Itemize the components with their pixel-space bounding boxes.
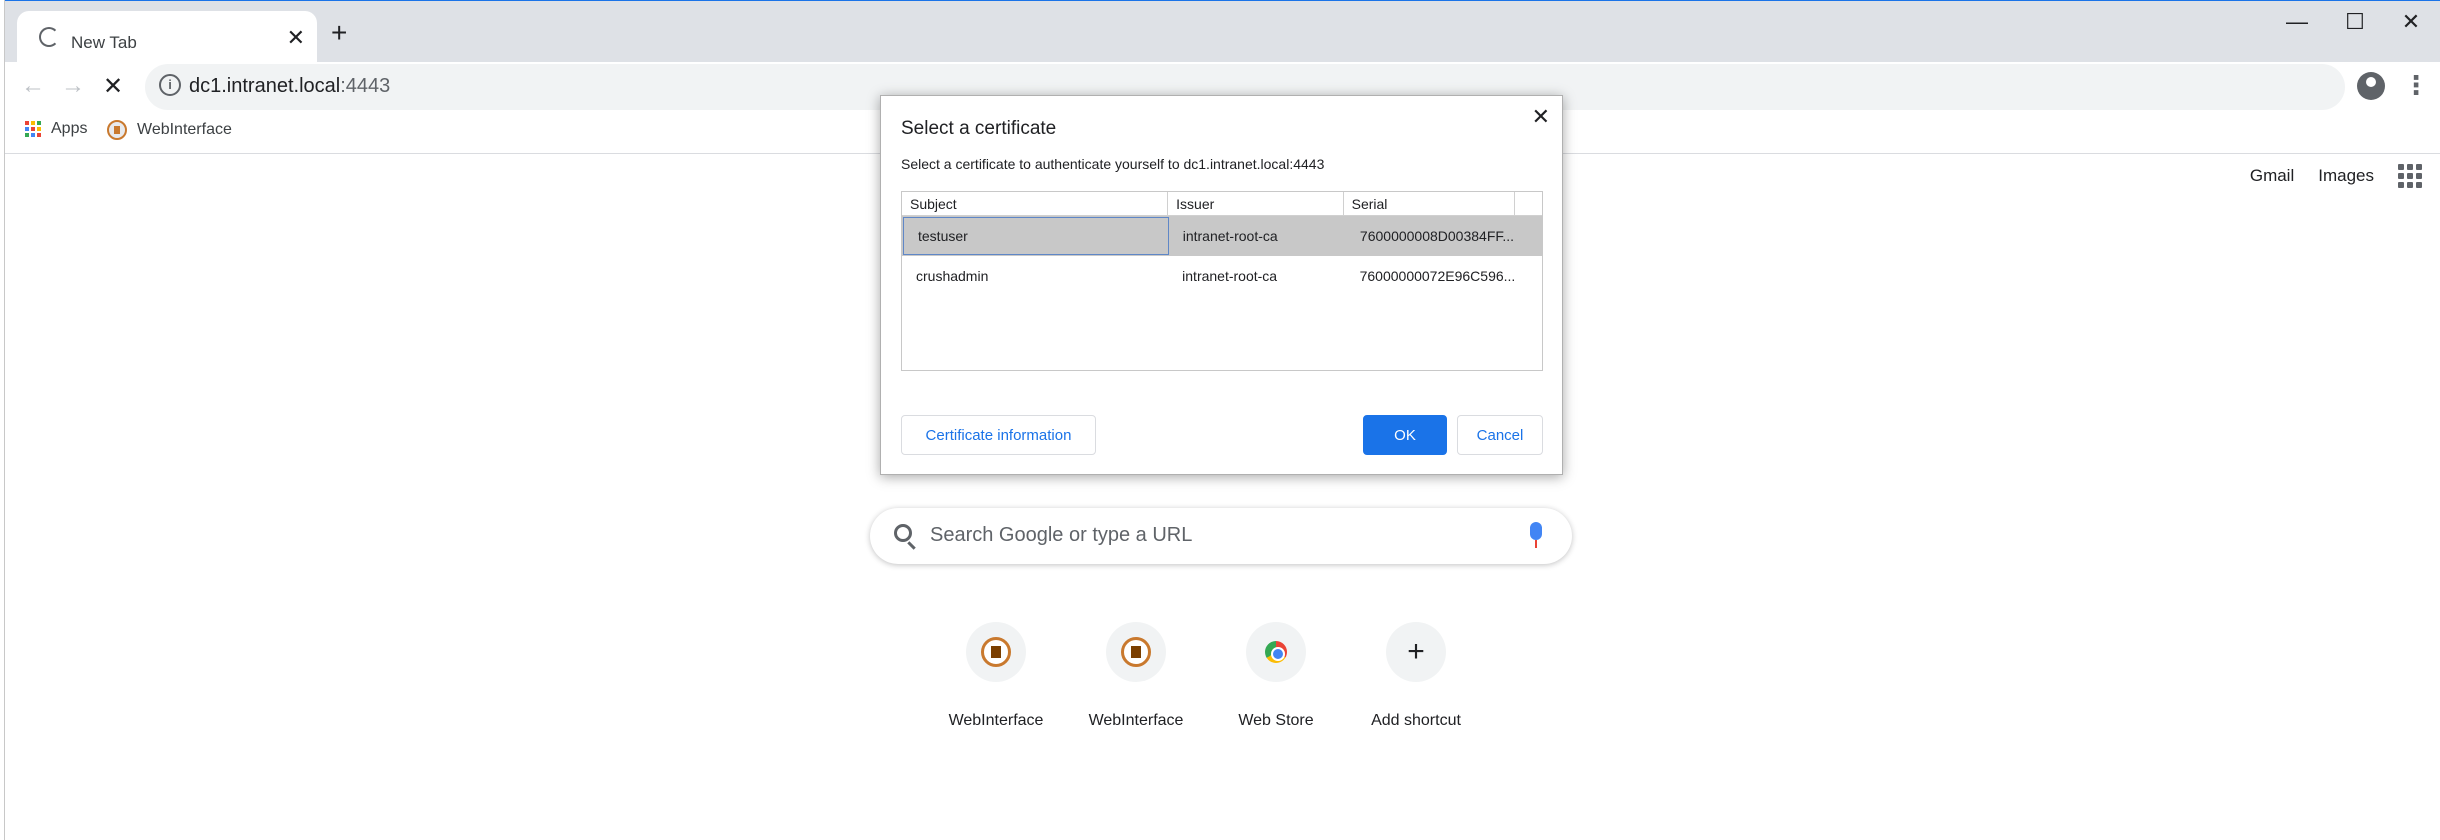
url-host: dc1.intranet.local: [189, 75, 341, 97]
table-header: Subject Issuer Serial: [902, 192, 1542, 216]
shortcut-tile: [966, 622, 1026, 682]
cancel-button[interactable]: Cancel: [1457, 415, 1543, 455]
site-info-icon[interactable]: i: [159, 74, 181, 96]
column-header-issuer[interactable]: Issuer: [1168, 192, 1344, 215]
ok-button[interactable]: OK: [1363, 415, 1447, 455]
cell-subject: crushadmin: [916, 268, 989, 284]
shortcut-tile: [1246, 622, 1306, 682]
shortcut-tile: +: [1386, 622, 1446, 682]
cell-serial: 76000000072E96C596...: [1359, 268, 1516, 284]
search-input[interactable]: [930, 524, 1490, 547]
shortcuts-grid: WebInterface WebInterface Web Store + Ad…: [940, 622, 1472, 730]
shortcut-web-store[interactable]: Web Store: [1220, 622, 1332, 730]
forward-button[interactable]: →: [61, 72, 85, 100]
shortcut-webinterface-2[interactable]: WebInterface: [1080, 622, 1192, 730]
url-port: :4443: [340, 75, 391, 97]
column-header-serial[interactable]: Serial: [1344, 192, 1516, 215]
cell-subject: testuser: [903, 217, 1169, 255]
webinterface-icon: [107, 120, 127, 140]
maximize-button[interactable]: ☐: [2335, 9, 2375, 35]
certificate-information-button[interactable]: Certificate information: [901, 415, 1096, 455]
dialog-title: Select a certificate: [901, 118, 1057, 139]
plus-icon: +: [1407, 635, 1425, 668]
chrome-webstore-icon: [1265, 641, 1287, 663]
column-header-subject[interactable]: Subject: [902, 192, 1169, 215]
bookmark-label: WebInterface: [137, 121, 232, 138]
shortcut-label: Add shortcut: [1371, 712, 1461, 729]
search-icon: [894, 524, 912, 542]
google-apps-icon[interactable]: [2398, 164, 2422, 188]
table-row[interactable]: testuser intranet-root-ca 7600000008D003…: [902, 216, 1542, 256]
select-certificate-dialog: ✕ Select a certificate Select a certific…: [880, 95, 1563, 475]
dialog-description: Select a certificate to authenticate you…: [901, 156, 1325, 172]
cell-issuer: intranet-root-ca: [1182, 268, 1278, 284]
cell-serial: 7600000008D00384FF...: [1359, 228, 1515, 244]
cell-issuer: intranet-root-ca: [1182, 228, 1278, 244]
new-tab-button[interactable]: +: [331, 19, 347, 47]
column-header-filler: [1515, 192, 1542, 215]
certificate-table: Subject Issuer Serial testuser intranet-…: [901, 191, 1543, 371]
webinterface-icon: [981, 637, 1011, 667]
bookmark-apps[interactable]: Apps: [25, 120, 87, 138]
shortcut-label: WebInterface: [948, 712, 1044, 729]
images-link[interactable]: Images: [2318, 166, 2374, 186]
bookmark-webinterface[interactable]: WebInterface: [107, 120, 232, 140]
shortcut-label: Web Store: [1238, 712, 1314, 729]
ntp-header-links: Gmail Images: [2250, 164, 2422, 188]
stop-button[interactable]: ✕: [103, 72, 123, 101]
chrome-menu-icon[interactable]: ⋮: [2403, 70, 2429, 101]
tab-close-icon[interactable]: ✕: [287, 27, 305, 49]
webinterface-icon: [1121, 637, 1151, 667]
profile-avatar-icon[interactable]: [2357, 72, 2385, 100]
dialog-close-icon[interactable]: ✕: [1532, 104, 1550, 130]
tab-title: New Tab: [71, 33, 137, 52]
loading-spinner-icon: [39, 27, 59, 47]
back-button[interactable]: ←: [21, 72, 45, 100]
bookmark-label: Apps: [51, 120, 88, 137]
url-text: dc1.intranet.local:4443: [189, 75, 390, 98]
shortcut-label: WebInterface: [1088, 712, 1184, 729]
tab-new-tab[interactable]: New Tab ✕: [17, 11, 317, 63]
shortcut-webinterface[interactable]: WebInterface: [940, 622, 1052, 730]
apps-grid-icon: [25, 121, 41, 137]
shortcut-add[interactable]: + Add shortcut: [1360, 622, 1472, 730]
microphone-icon[interactable]: [1530, 522, 1542, 548]
close-window-button[interactable]: ✕: [2391, 9, 2431, 35]
title-bar: New Tab ✕ + — ☐ ✕: [5, 0, 2440, 63]
minimize-button[interactable]: —: [2277, 9, 2317, 35]
shortcut-tile: [1106, 622, 1166, 682]
gmail-link[interactable]: Gmail: [2250, 166, 2294, 186]
table-row[interactable]: crushadmin intranet-root-ca 76000000072E…: [902, 256, 1542, 296]
ntp-search-box[interactable]: [870, 508, 1572, 564]
